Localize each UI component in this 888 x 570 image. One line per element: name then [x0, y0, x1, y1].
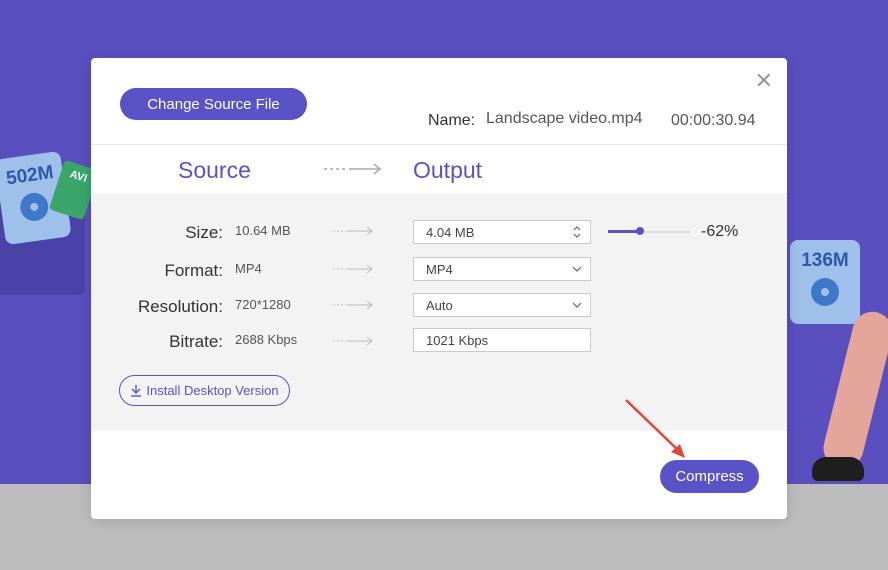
- arrow-right-icon: [333, 226, 373, 236]
- arrow-right-icon: [333, 300, 373, 310]
- stepper-icon[interactable]: [572, 221, 582, 243]
- badge-size-text: 136M: [801, 250, 849, 271]
- annotation-arrow-icon: [625, 399, 685, 458]
- output-format-value: MP4: [426, 261, 453, 277]
- shoe-illustration: [812, 457, 864, 481]
- output-bitrate-field[interactable]: 1021 Kbps: [413, 328, 591, 352]
- arrow-right-icon: [333, 264, 373, 274]
- size-label: Size:: [185, 223, 223, 242]
- divider: [91, 144, 787, 145]
- file-duration: 00:00:30.94: [671, 112, 756, 129]
- source-format-value: MP4: [235, 261, 262, 276]
- compression-slider-handle[interactable]: [636, 227, 644, 235]
- badge-size-text: 502M: [4, 162, 55, 190]
- file-size-badge-right: 136M: [790, 240, 860, 324]
- film-reel-icon: [811, 278, 839, 306]
- source-header: Source: [178, 157, 251, 183]
- compress-button[interactable]: Compress: [660, 460, 759, 493]
- install-desktop-label: Install Desktop Version: [146, 383, 279, 398]
- source-bitrate-value: 2688 Kbps: [235, 332, 298, 347]
- file-name-value: Landscape video.mp4: [486, 110, 643, 127]
- format-label: Format:: [164, 261, 223, 280]
- resolution-label: Resolution:: [137, 297, 223, 316]
- bitrate-label: Bitrate:: [169, 332, 223, 351]
- source-size-value: 10.64 MB: [235, 223, 291, 238]
- install-desktop-button[interactable]: Install Desktop Version: [119, 375, 290, 406]
- source-resolution-value: 720*1280: [235, 297, 291, 312]
- change-source-file-button[interactable]: Change Source File: [120, 88, 307, 120]
- person-illustration: [819, 307, 888, 473]
- arrow-right-icon: [333, 336, 373, 346]
- output-format-select[interactable]: MP4: [413, 257, 591, 281]
- compression-percent: -62%: [701, 223, 739, 240]
- download-icon: [131, 385, 142, 397]
- film-reel-icon: [18, 191, 51, 223]
- output-size-value: 4.04 MB: [426, 224, 475, 240]
- output-resolution-select[interactable]: Auto: [413, 293, 591, 317]
- output-resolution-value: Auto: [426, 297, 453, 313]
- file-name-label: Name:: [428, 112, 476, 129]
- chevron-down-icon[interactable]: [572, 294, 582, 316]
- arrow-right-icon: [324, 163, 382, 175]
- close-icon[interactable]: ✕: [755, 70, 773, 92]
- compress-dialog: ✕ Change Source File Name: Landscape vid…: [91, 58, 787, 519]
- output-header: Output: [413, 157, 483, 183]
- output-bitrate-value: 1021 Kbps: [426, 332, 489, 348]
- chevron-down-icon[interactable]: [572, 258, 582, 280]
- output-size-stepper[interactable]: 4.04 MB: [413, 220, 591, 244]
